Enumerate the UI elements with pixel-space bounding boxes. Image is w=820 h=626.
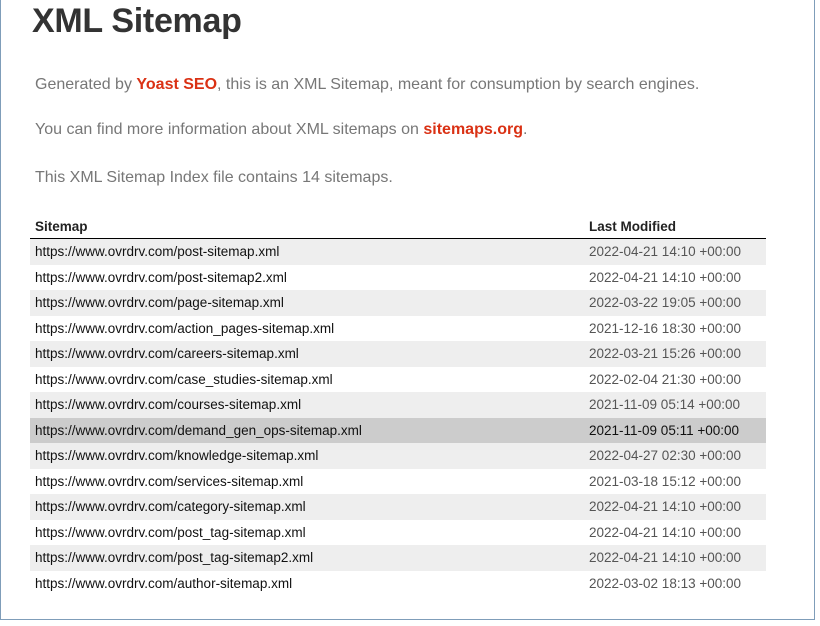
table-row[interactable]: https://www.ovrdrv.com/services-sitemap.… [30, 468, 766, 494]
sitemap-url-cell: https://www.ovrdrv.com/courses-sitemap.x… [30, 392, 584, 418]
table-row[interactable]: https://www.ovrdrv.com/action_pages-site… [30, 315, 766, 341]
intro-suffix: , this is an XML Sitemap, meant for cons… [217, 76, 700, 93]
sitemap-url-link[interactable]: https://www.ovrdrv.com/author-sitemap.xm… [35, 576, 292, 591]
yoast-seo-link[interactable]: Yoast SEO [136, 76, 217, 93]
sitemap-table: Sitemap Last Modified https://www.ovrdrv… [30, 214, 766, 596]
last-modified-cell: 2022-04-27 02:30 +00:00 [584, 443, 766, 469]
sitemap-url-cell: https://www.ovrdrv.com/services-sitemap.… [30, 468, 584, 494]
sitemap-url-cell: https://www.ovrdrv.com/post-sitemap2.xml [30, 264, 584, 290]
table-row[interactable]: https://www.ovrdrv.com/knowledge-sitemap… [30, 443, 766, 469]
sitemap-url-link[interactable]: https://www.ovrdrv.com/action_pages-site… [35, 321, 334, 336]
sitemap-url-cell: https://www.ovrdrv.com/post_tag-sitemap.… [30, 519, 584, 545]
intro-prefix: Generated by [35, 76, 137, 93]
info-text: You can find more information about XML … [35, 121, 527, 139]
last-modified-cell: 2022-04-21 14:10 +00:00 [584, 519, 766, 545]
table-row[interactable]: https://www.ovrdrv.com/careers-sitemap.x… [30, 341, 766, 367]
info-suffix: . [522, 121, 528, 138]
last-modified-cell: 2022-03-22 19:05 +00:00 [584, 290, 766, 316]
last-modified-cell: 2022-04-21 14:10 +00:00 [584, 494, 766, 520]
sitemap-count-text: This XML Sitemap Index file contains 14 … [35, 169, 393, 186]
intro-text: Generated by Yoast SEO, this is an XML S… [35, 76, 699, 94]
sitemap-url-cell: https://www.ovrdrv.com/post_tag-sitemap2… [30, 545, 584, 571]
table-row[interactable]: https://www.ovrdrv.com/post_tag-sitemap2… [30, 545, 766, 571]
table-row[interactable]: https://www.ovrdrv.com/author-sitemap.xm… [30, 570, 766, 596]
sitemap-url-link[interactable]: https://www.ovrdrv.com/post_tag-sitemap.… [35, 525, 306, 540]
sitemap-url-cell: https://www.ovrdrv.com/author-sitemap.xm… [30, 570, 584, 596]
last-modified-cell: 2021-12-16 18:30 +00:00 [584, 315, 766, 341]
sitemap-url-link[interactable]: https://www.ovrdrv.com/post-sitemap2.xml [35, 270, 287, 285]
table-row[interactable]: https://www.ovrdrv.com/category-sitemap.… [30, 494, 766, 520]
sitemap-url-cell: https://www.ovrdrv.com/knowledge-sitemap… [30, 443, 584, 469]
table-row[interactable]: https://www.ovrdrv.com/case_studies-site… [30, 366, 766, 392]
sitemap-url-cell: https://www.ovrdrv.com/post-sitemap.xml [30, 238, 584, 265]
last-modified-cell: 2021-03-18 15:12 +00:00 [584, 468, 766, 494]
table-row[interactable]: https://www.ovrdrv.com/post_tag-sitemap.… [30, 519, 766, 545]
table-row[interactable]: https://www.ovrdrv.com/demand_gen_ops-si… [30, 417, 766, 443]
sitemap-url-link[interactable]: https://www.ovrdrv.com/post-sitemap.xml [35, 244, 279, 259]
sitemap-url-link[interactable]: https://www.ovrdrv.com/services-sitemap.… [35, 474, 303, 489]
last-modified-cell: 2022-03-21 15:26 +00:00 [584, 341, 766, 367]
sitemap-column-header[interactable]: Sitemap [30, 214, 584, 239]
sitemaps-org-link[interactable]: sitemaps.org [423, 121, 523, 138]
last-modified-cell: 2021-11-09 05:14 +00:00 [584, 392, 766, 418]
sitemap-url-link[interactable]: https://www.ovrdrv.com/careers-sitemap.x… [35, 346, 299, 361]
page-title: XML Sitemap [32, 2, 242, 40]
sitemap-url-link[interactable]: https://www.ovrdrv.com/knowledge-sitemap… [35, 448, 318, 463]
table-row[interactable]: https://www.ovrdrv.com/post-sitemap.xml 2… [30, 238, 766, 265]
last-modified-cell: 2022-04-21 14:10 +00:00 [584, 238, 766, 265]
last-modified-cell: 2022-04-21 14:10 +00:00 [584, 264, 766, 290]
sitemap-url-cell: https://www.ovrdrv.com/action_pages-site… [30, 315, 584, 341]
info-prefix: You can find more information about XML … [35, 121, 424, 138]
table-header-row: Sitemap Last Modified [30, 214, 766, 239]
last-modified-column-header[interactable]: Last Modified [584, 214, 766, 239]
sitemap-url-cell: https://www.ovrdrv.com/careers-sitemap.x… [30, 341, 584, 367]
sitemap-url-link[interactable]: https://www.ovrdrv.com/category-sitemap.… [35, 499, 306, 514]
sitemap-url-cell: https://www.ovrdrv.com/category-sitemap.… [30, 494, 584, 520]
sitemap-url-link[interactable]: https://www.ovrdrv.com/courses-sitemap.x… [35, 397, 301, 412]
table-row[interactable]: https://www.ovrdrv.com/page-sitemap.xml 2… [30, 290, 766, 316]
sitemap-table-body: https://www.ovrdrv.com/post-sitemap.xml 2… [30, 238, 766, 596]
sitemap-url-cell: https://www.ovrdrv.com/case_studies-site… [30, 366, 584, 392]
table-row[interactable]: https://www.ovrdrv.com/post-sitemap2.xml… [30, 264, 766, 290]
sitemap-url-link[interactable]: https://www.ovrdrv.com/page-sitemap.xml [35, 295, 284, 310]
sitemap-url-cell: https://www.ovrdrv.com/demand_gen_ops-si… [30, 417, 584, 443]
sitemap-url-cell: https://www.ovrdrv.com/page-sitemap.xml [30, 290, 584, 316]
last-modified-cell: 2022-03-02 18:13 +00:00 [584, 570, 766, 596]
last-modified-cell: 2022-02-04 21:30 +00:00 [584, 366, 766, 392]
table-row[interactable]: https://www.ovrdrv.com/courses-sitemap.x… [30, 392, 766, 418]
sitemap-url-link[interactable]: https://www.ovrdrv.com/demand_gen_ops-si… [35, 423, 362, 438]
sitemap-url-link[interactable]: https://www.ovrdrv.com/case_studies-site… [35, 372, 333, 387]
last-modified-cell: 2022-04-21 14:10 +00:00 [584, 545, 766, 571]
last-modified-cell: 2021-11-09 05:11 +00:00 [584, 417, 766, 443]
sitemap-url-link[interactable]: https://www.ovrdrv.com/post_tag-sitemap2… [35, 550, 313, 565]
